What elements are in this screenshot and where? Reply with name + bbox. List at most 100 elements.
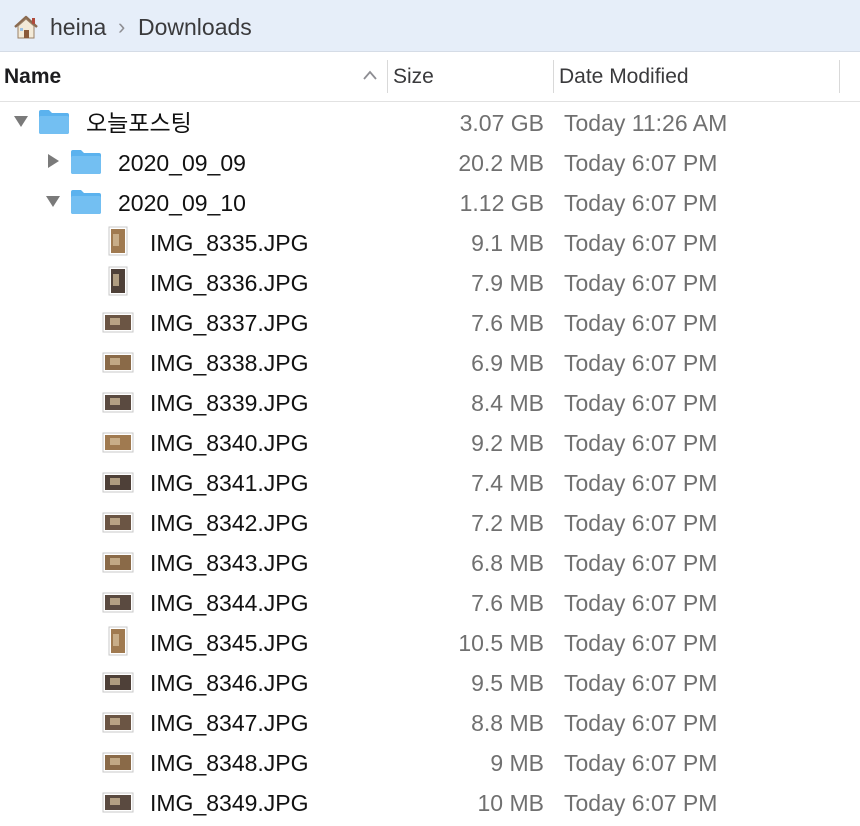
file-row[interactable]: IMG_8339.JPG 8.4 MB Today 6:07 PM — [0, 382, 860, 422]
image-thumbnail-icon — [102, 392, 134, 413]
file-name: IMG_8340.JPG — [150, 430, 309, 456]
sort-ascending-icon[interactable] — [362, 69, 378, 81]
date-modified: Today 11:26 AM — [564, 110, 728, 136]
file-row[interactable]: IMG_8341.JPG 7.4 MB Today 6:07 PM — [0, 462, 860, 502]
folder-row[interactable]: 2020_09_09 20.2 MB Today 6:07 PM — [0, 142, 860, 182]
disclosure-triangle-down-icon[interactable] — [12, 112, 30, 130]
file-row[interactable]: IMG_8335.JPG 9.1 MB Today 6:07 PM — [0, 222, 860, 262]
file-row[interactable]: IMG_8336.JPG 7.9 MB Today 6:07 PM — [0, 262, 860, 302]
image-thumbnail-icon — [102, 352, 134, 373]
date-modified: Today 6:07 PM — [564, 310, 718, 336]
file-size: 8.8 MB — [471, 710, 544, 736]
file-name: IMG_8349.JPG — [150, 790, 309, 816]
file-size: 10.5 MB — [458, 630, 544, 656]
file-size: 9.5 MB — [471, 670, 544, 696]
file-size: 9 MB — [490, 750, 544, 776]
file-name: IMG_8337.JPG — [150, 310, 309, 336]
date-modified: Today 6:07 PM — [564, 430, 718, 456]
date-modified: Today 6:07 PM — [564, 190, 718, 216]
column-divider[interactable] — [553, 60, 554, 93]
file-name: IMG_8345.JPG — [150, 630, 309, 656]
file-list: 오늘포스팅 3.07 GB Today 11:26 AM 2020_09_09 20.2… — [0, 102, 860, 822]
file-row[interactable]: IMG_8337.JPG 7.6 MB Today 6:07 PM — [0, 302, 860, 342]
file-name: 오늘포스팅 — [86, 110, 192, 136]
folder-icon — [39, 110, 69, 134]
column-divider[interactable] — [839, 60, 840, 93]
file-row[interactable]: IMG_8347.JPG 8.8 MB Today 6:07 PM — [0, 702, 860, 742]
breadcrumb-current[interactable]: Downloads — [138, 13, 252, 41]
file-size: 7.6 MB — [471, 590, 544, 616]
file-name: IMG_8342.JPG — [150, 510, 309, 536]
file-name: IMG_8344.JPG — [150, 590, 309, 616]
size-column-header[interactable]: Size — [393, 52, 543, 101]
disclosure-triangle-right-icon[interactable] — [44, 152, 62, 170]
image-thumbnail-icon — [108, 226, 128, 256]
folder-icon — [71, 150, 101, 174]
image-thumbnail-icon — [102, 592, 134, 613]
image-thumbnail-icon — [108, 626, 128, 656]
image-thumbnail-icon — [102, 792, 134, 813]
date-modified: Today 6:07 PM — [564, 390, 718, 416]
file-size: 9.2 MB — [471, 430, 544, 456]
file-row[interactable]: IMG_8344.JPG 7.6 MB Today 6:07 PM — [0, 582, 860, 622]
column-header: Name Size Date Modified — [0, 52, 860, 102]
file-size: 8.4 MB — [471, 390, 544, 416]
file-size: 7.9 MB — [471, 270, 544, 296]
file-row[interactable]: IMG_8343.JPG 6.8 MB Today 6:07 PM — [0, 542, 860, 582]
file-size: 7.4 MB — [471, 470, 544, 496]
file-size: 3.07 GB — [459, 110, 544, 136]
file-row[interactable]: IMG_8345.JPG 10.5 MB Today 6:07 PM — [0, 622, 860, 662]
file-name: IMG_8343.JPG — [150, 550, 309, 576]
image-thumbnail-icon — [102, 672, 134, 693]
column-divider[interactable] — [387, 60, 388, 93]
date-modified: Today 6:07 PM — [564, 710, 718, 736]
date-modified: Today 6:07 PM — [564, 270, 718, 296]
home-icon[interactable] — [12, 13, 40, 41]
date-modified: Today 6:07 PM — [564, 230, 718, 256]
image-thumbnail-icon — [102, 552, 134, 573]
image-thumbnail-icon — [102, 472, 134, 493]
file-size: 9.1 MB — [471, 230, 544, 256]
file-size: 7.2 MB — [471, 510, 544, 536]
image-thumbnail-icon — [108, 266, 128, 296]
file-size: 7.6 MB — [471, 310, 544, 336]
file-name: IMG_8347.JPG — [150, 710, 309, 736]
file-name: IMG_8335.JPG — [150, 230, 309, 256]
file-name: 2020_09_09 — [118, 150, 246, 176]
file-size: 6.9 MB — [471, 350, 544, 376]
date-modified: Today 6:07 PM — [564, 470, 718, 496]
breadcrumb-home[interactable]: heina — [50, 13, 106, 41]
file-name: IMG_8348.JPG — [150, 750, 309, 776]
file-row[interactable]: IMG_8349.JPG 10 MB Today 6:07 PM — [0, 782, 860, 822]
date-modified: Today 6:07 PM — [564, 590, 718, 616]
image-thumbnail-icon — [102, 512, 134, 533]
file-size: 10 MB — [477, 790, 544, 816]
file-row[interactable]: IMG_8338.JPG 6.9 MB Today 6:07 PM — [0, 342, 860, 382]
file-row[interactable]: IMG_8342.JPG 7.2 MB Today 6:07 PM — [0, 502, 860, 542]
folder-row[interactable]: 오늘포스팅 3.07 GB Today 11:26 AM — [0, 102, 860, 142]
image-thumbnail-icon — [102, 432, 134, 453]
date-modified: Today 6:07 PM — [564, 350, 718, 376]
file-size: 20.2 MB — [458, 150, 544, 176]
disclosure-triangle-down-icon[interactable] — [44, 192, 62, 210]
date-modified: Today 6:07 PM — [564, 510, 718, 536]
image-thumbnail-icon — [102, 752, 134, 773]
file-row[interactable]: IMG_8346.JPG 9.5 MB Today 6:07 PM — [0, 662, 860, 702]
file-row[interactable]: IMG_8348.JPG 9 MB Today 6:07 PM — [0, 742, 860, 782]
file-size: 6.8 MB — [471, 550, 544, 576]
name-column-header[interactable]: Name — [4, 52, 384, 101]
date-modified: Today 6:07 PM — [564, 670, 718, 696]
folder-icon — [71, 190, 101, 214]
file-name: IMG_8339.JPG — [150, 390, 309, 416]
date-modified-column-header[interactable]: Date Modified — [559, 52, 829, 101]
image-thumbnail-icon — [102, 312, 134, 333]
breadcrumb-separator: › — [118, 14, 126, 39]
date-modified: Today 6:07 PM — [564, 550, 718, 576]
file-row[interactable]: IMG_8340.JPG 9.2 MB Today 6:07 PM — [0, 422, 860, 462]
date-modified: Today 6:07 PM — [564, 750, 718, 776]
image-thumbnail-icon — [102, 712, 134, 733]
file-name: IMG_8346.JPG — [150, 670, 309, 696]
file-name: IMG_8341.JPG — [150, 470, 309, 496]
folder-row[interactable]: 2020_09_10 1.12 GB Today 6:07 PM — [0, 182, 860, 222]
date-modified: Today 6:07 PM — [564, 790, 718, 816]
